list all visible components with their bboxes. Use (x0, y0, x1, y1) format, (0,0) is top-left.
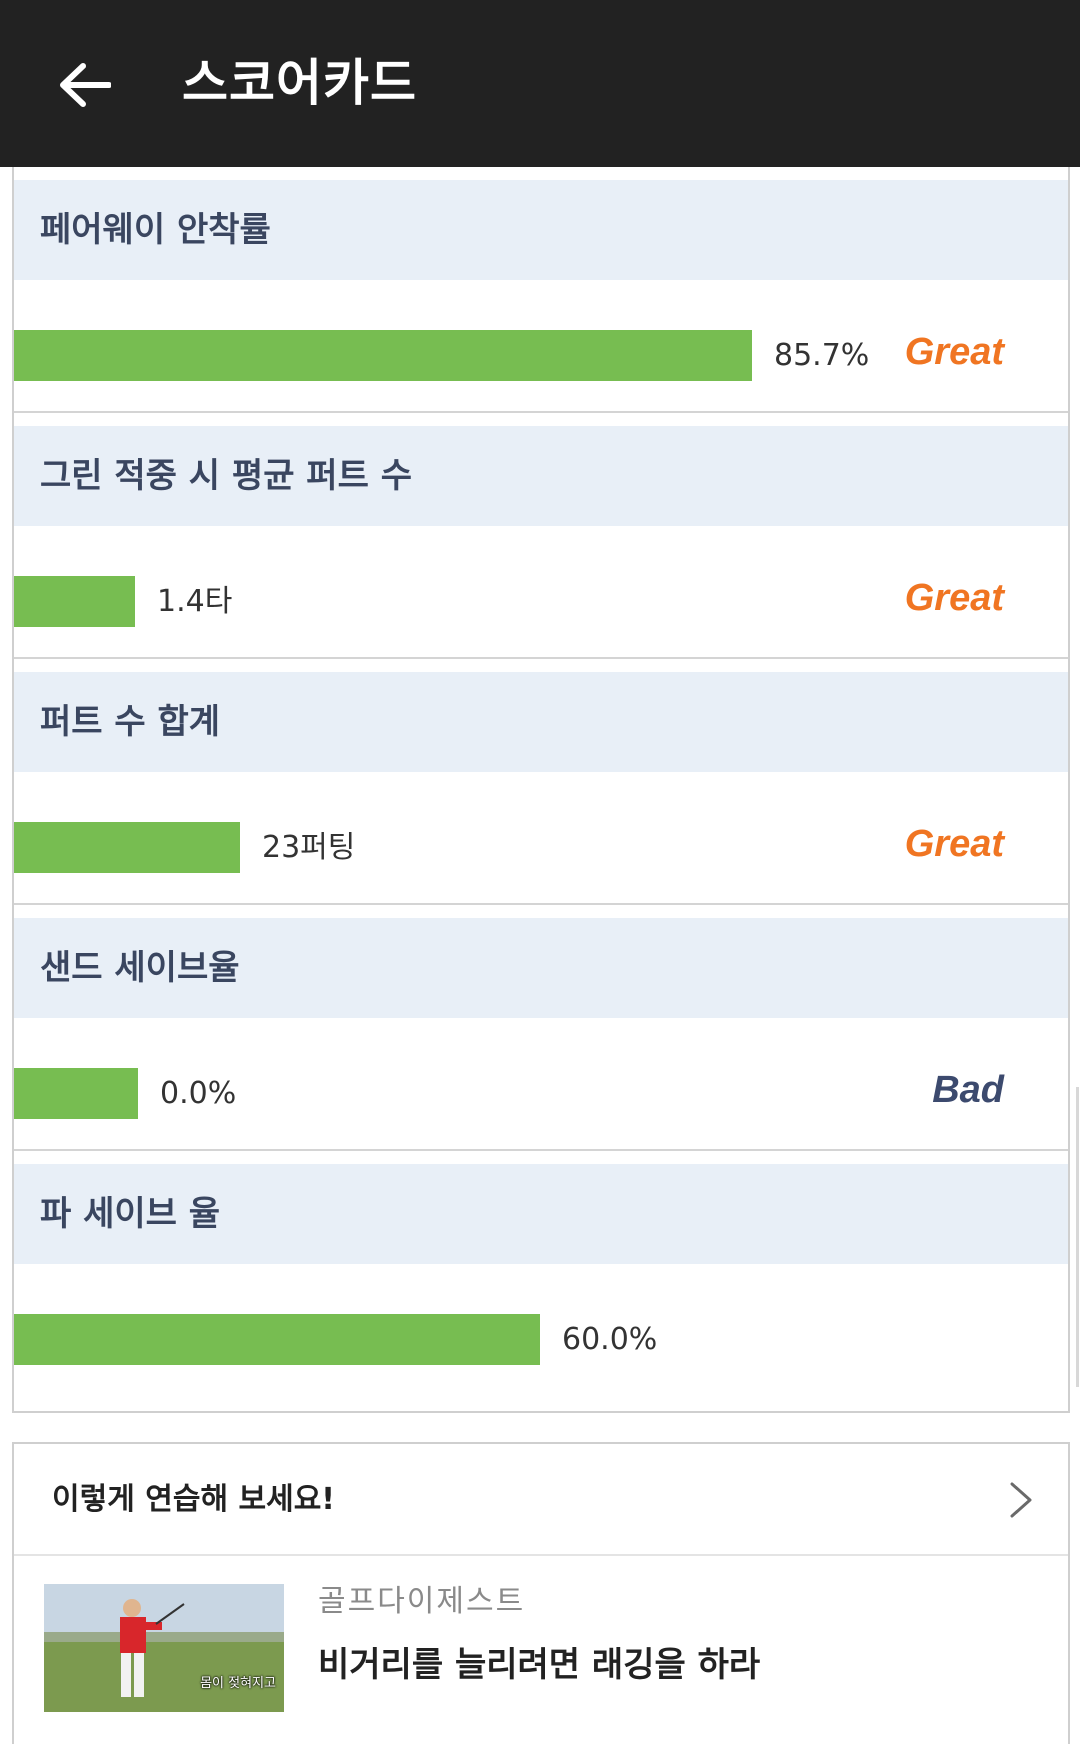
page-title: 스코어카드 (182, 54, 417, 112)
stat-total-putts: 퍼트 수 합계 23퍼팅 Great (14, 659, 1068, 905)
stat-bar (14, 330, 752, 381)
practice-title: 이렇게 연습해 보세요! (52, 1482, 335, 1517)
stat-value: 1.4타 (157, 584, 233, 619)
stat-sand-save: 샌드 세이브율 0.0% Bad (14, 905, 1068, 1151)
arrow-left-icon (60, 63, 111, 107)
stat-title: 샌드 세이브율 (40, 948, 240, 988)
article-title: 비거리를 늘리려면 래깅을 하라 (318, 1645, 761, 1685)
stat-rating: Great (904, 577, 1004, 619)
back-button[interactable] (50, 50, 120, 120)
scrollbar[interactable] (1076, 1087, 1079, 1387)
stat-value: 23퍼팅 (262, 830, 356, 865)
stat-header: 파 세이브 율 (14, 1164, 1068, 1264)
practice-card: 이렇게 연습해 보세요! 몸이 젖혀지고 골프다이제스트 비거리를 늘리려면 래… (12, 1442, 1070, 1744)
stat-rating: Great (904, 823, 1004, 865)
thumbnail-caption: 몸이 젖혀지고 (200, 1676, 276, 1691)
stat-bar (14, 822, 240, 873)
stat-header: 샌드 세이브율 (14, 918, 1068, 1018)
stat-rating: Bad (932, 1069, 1004, 1111)
chevron-right-icon (1010, 1482, 1032, 1518)
article-thumbnail: 몸이 젖혀지고 (44, 1584, 284, 1712)
stat-par-save: 파 세이브 율 60.0% (14, 1151, 1068, 1397)
stat-value: 60.0% (562, 1322, 658, 1357)
stat-value: 0.0% (160, 1076, 237, 1111)
stat-bar (14, 1068, 138, 1119)
app-header: 스코어카드 (0, 0, 1080, 167)
stat-header: 페어웨이 안착률 (14, 180, 1068, 280)
stat-title: 그린 적중 시 평균 퍼트 수 (40, 456, 412, 496)
stat-avg-putts-gir: 그린 적중 시 평균 퍼트 수 1.4타 Great (14, 413, 1068, 659)
stats-panel: 페어웨이 안착률 85.7% Great 그린 적중 시 평균 퍼트 수 1.4… (12, 167, 1079, 1413)
stat-bar (14, 1314, 540, 1365)
stat-header: 퍼트 수 합계 (14, 672, 1068, 772)
stat-header: 그린 적중 시 평균 퍼트 수 (14, 426, 1068, 526)
stat-title: 퍼트 수 합계 (40, 702, 221, 742)
stat-rating: Great (904, 331, 1004, 373)
stat-title: 페어웨이 안착률 (40, 210, 271, 250)
stat-bar (14, 576, 135, 627)
article-source: 골프다이제스트 (318, 1584, 526, 1619)
stat-value: 85.7% (774, 338, 870, 373)
stat-fairway-accuracy: 페어웨이 안착률 85.7% Great (14, 167, 1068, 413)
stat-title: 파 세이브 율 (40, 1194, 221, 1234)
practice-header-link[interactable]: 이렇게 연습해 보세요! (14, 1444, 1068, 1556)
article-item[interactable]: 몸이 젖혀지고 골프다이제스트 비거리를 늘리려면 래깅을 하라 (14, 1556, 1068, 1756)
golfer-image (44, 1599, 284, 1712)
